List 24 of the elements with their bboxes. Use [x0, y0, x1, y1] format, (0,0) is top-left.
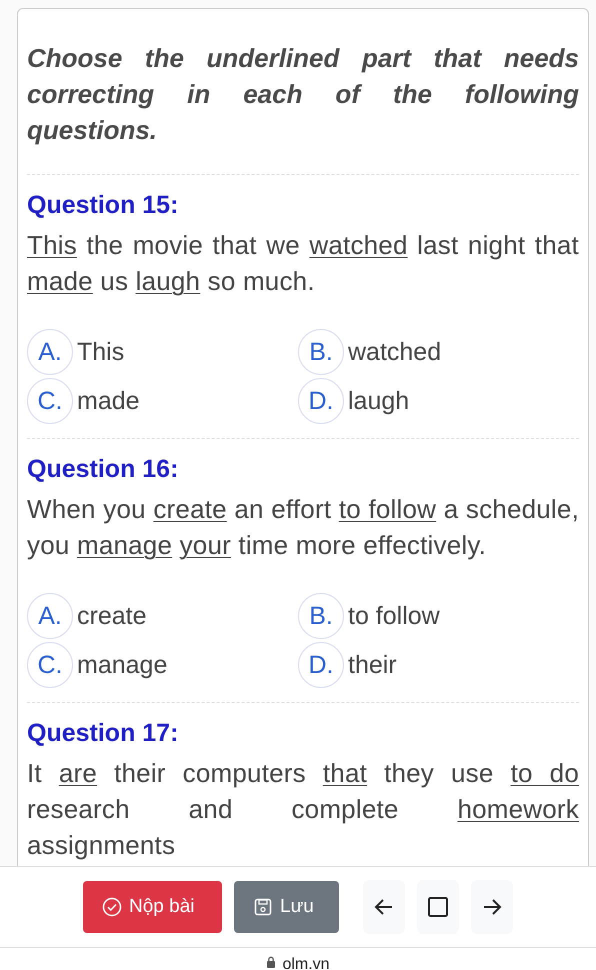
lock-icon — [266, 956, 276, 968]
answer-option[interactable]: D. their — [298, 642, 579, 688]
question-text: When you create an effort to follow a schedule, you manage your time more effectively. — [27, 493, 579, 562]
question-title: Question 17: — [27, 718, 180, 749]
answer-option[interactable]: C. manage — [27, 642, 298, 688]
question-title: Question 15: — [27, 190, 180, 221]
forward-button[interactable] — [471, 880, 513, 934]
answer-option[interactable]: D. laugh — [298, 378, 579, 424]
answer-option[interactable]: A. This — [27, 329, 298, 375]
save-button[interactable]: Lưu — [234, 881, 339, 933]
submit-button[interactable]: Nộp bài — [83, 881, 222, 933]
question-title: Question 16: — [27, 454, 180, 485]
answer-option[interactable]: B. watched — [298, 329, 579, 375]
check-circle-icon — [102, 897, 122, 917]
back-button[interactable] — [363, 880, 405, 934]
instruction-text: Choose the underlined part that needs correcting in each of the following questions. — [27, 42, 579, 147]
answer-option[interactable]: C. made — [27, 378, 298, 424]
square-icon — [427, 896, 449, 918]
answer-option[interactable]: B. to follow — [298, 593, 579, 639]
question-text: This the movie that we watched last night that made us laugh so much. — [27, 229, 579, 298]
question-text: It are their computers that they use to do research and complete homework assignments — [27, 757, 579, 862]
tabs-button[interactable] — [417, 880, 459, 934]
url-text: olm.vn — [282, 956, 330, 970]
answer-option[interactable]: A. create — [27, 593, 298, 639]
